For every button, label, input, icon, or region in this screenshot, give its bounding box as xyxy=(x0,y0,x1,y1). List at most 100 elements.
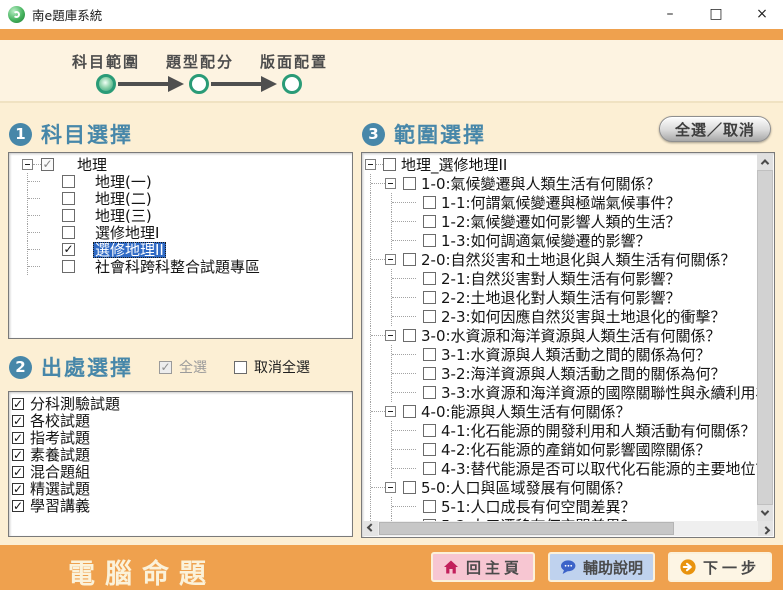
collapse-expander-icon[interactable] xyxy=(385,482,396,493)
tree-item-label[interactable]: 指考試題 xyxy=(28,430,92,446)
tree-item-label[interactable]: 地理(三) xyxy=(93,208,154,224)
vertical-scrollbar[interactable] xyxy=(757,154,773,521)
checkbox[interactable]: ✓ xyxy=(12,500,24,512)
tree-row[interactable]: 5-1:人口成長有何空間差異？ xyxy=(362,497,758,516)
list-item[interactable]: ✓素養試題 xyxy=(12,446,352,463)
tree-item-label[interactable]: 1-1:何謂氣候變遷與極端氣候事件？ xyxy=(439,195,683,211)
tree-row[interactable]: 2-3:如何因應自然災害與土地退化的衝擊？ xyxy=(362,307,758,326)
checkbox[interactable]: ✓ xyxy=(12,415,24,427)
collapse-expander-icon[interactable] xyxy=(385,254,396,265)
tree-item-label[interactable]: 1-3:如何調適氣候變遷的影響？ xyxy=(439,233,653,249)
horizontal-scrollbar[interactable] xyxy=(363,521,773,536)
checkbox[interactable] xyxy=(423,462,436,475)
tree-item-label[interactable]: 地理(二) xyxy=(93,191,154,207)
checkbox[interactable] xyxy=(403,481,416,494)
tree-row-group[interactable]: 3-0:水資源和海洋資源與人類生活有何關係？ xyxy=(362,326,758,345)
collapse-expander-icon[interactable] xyxy=(385,330,396,341)
tree-row-group[interactable]: 2-0:自然災害和土地退化與人類生活有何關係？ xyxy=(362,250,758,269)
tree-row-group[interactable]: 1-0:氣候變遷與人類生活有何關係？ xyxy=(362,174,758,193)
checkbox[interactable] xyxy=(423,386,436,399)
tree-row[interactable]: 1-2:氣候變遷如何影響人類的生活？ xyxy=(362,212,758,231)
checkbox[interactable]: ✓ xyxy=(12,432,24,444)
tree-item-label[interactable]: 精選試題 xyxy=(28,481,92,497)
tree-item-label[interactable]: 4-0:能源與人類生活有何關係？ xyxy=(419,404,633,420)
tree-item-label[interactable]: 選修地理I xyxy=(93,225,161,241)
checkbox[interactable] xyxy=(423,367,436,380)
tree-item-label[interactable]: 3-2:海洋資源與人類活動之間的關係為何？ xyxy=(439,366,728,382)
tree-item-label[interactable]: 3-1:水資源與人類活動之間的關係為何？ xyxy=(439,347,713,363)
tree-row[interactable]: 地理(一) xyxy=(9,173,352,190)
tree-row[interactable]: 社會科跨科整合試題專區 xyxy=(9,258,352,275)
tree-row[interactable]: 4-2:化石能源的產銷如何影響國際關係？ xyxy=(362,440,758,459)
tree-row[interactable]: 2-1:自然災害對人類生活有何影響？ xyxy=(362,269,758,288)
tree-item-label[interactable]: 2-2:土地退化對人類生活有何影響？ xyxy=(439,290,683,306)
collapse-expander-icon[interactable] xyxy=(385,178,396,189)
checkbox[interactable]: ✓ xyxy=(62,243,75,256)
select-all-checkbox[interactable]: ✓ xyxy=(159,361,172,374)
tree-item-label[interactable]: 2-1:自然災害對人類生活有何影響？ xyxy=(439,271,683,287)
checkbox[interactable] xyxy=(62,192,75,205)
checkbox[interactable] xyxy=(403,253,416,266)
collapse-expander-icon[interactable] xyxy=(365,159,376,170)
list-item[interactable]: ✓混合題組 xyxy=(12,463,352,480)
checkbox[interactable] xyxy=(62,209,75,222)
select-all-toggle-button[interactable]: 全選／取消 xyxy=(659,116,771,142)
tree-row[interactable]: 4-1:化石能源的開發利用和人類活動有何關係？ xyxy=(362,421,758,440)
tree-item-label[interactable]: 2-0:自然災害和土地退化與人類生活有何關係？ xyxy=(419,252,738,268)
tree-item-label[interactable]: 1-0:氣候變遷與人類生活有何關係？ xyxy=(419,176,663,192)
tree-item-label[interactable]: 混合題組 xyxy=(28,464,92,480)
tree-row-group[interactable]: 5-0:人口與區域發展有何關係？ xyxy=(362,478,758,497)
source-list[interactable]: ✓分科測驗試題✓各校試題✓指考試題✓素養試題✓混合題組✓精選試題✓學習講義 xyxy=(8,391,353,537)
tree-item-label[interactable]: 各校試題 xyxy=(28,413,92,429)
list-item[interactable]: ✓ 各校試題 xyxy=(12,412,352,429)
checkbox[interactable] xyxy=(423,348,436,361)
list-item[interactable]: ✓ 指考試題 xyxy=(12,429,352,446)
tree-item-label[interactable]: 社會科跨科整合試題專區 xyxy=(93,259,262,275)
tree-row-group[interactable]: 4-0:能源與人類生活有何關係？ xyxy=(362,402,758,421)
tree-row[interactable]: ✓ 選修地理II xyxy=(9,241,352,258)
tree-item-label[interactable]: 4-1:化石能源的開發利用和人類活動有何關係？ xyxy=(439,423,758,439)
tree-row[interactable]: 地理(三) xyxy=(9,207,352,224)
tree-item-label[interactable]: 3-3:水資源和海洋資源的國際關聯性與永續利用為何？ xyxy=(439,385,758,401)
checkbox[interactable]: ✓ xyxy=(41,158,54,171)
tree-item-label[interactable]: 5-0:人口與區域發展有何關係？ xyxy=(419,480,633,496)
scroll-down-icon[interactable] xyxy=(757,505,773,521)
scroll-right-icon[interactable] xyxy=(758,521,773,536)
collapse-expander-icon[interactable] xyxy=(385,406,396,417)
checkbox[interactable] xyxy=(403,177,416,190)
checkbox[interactable] xyxy=(423,215,436,228)
tree-row[interactable]: 1-3:如何調適氣候變遷的影響？ xyxy=(362,231,758,250)
tree-row[interactable]: 1-1:何謂氣候變遷與極端氣候事件？ xyxy=(362,193,758,212)
tree-item-label[interactable]: 1-2:氣候變遷如何影響人類的生活？ xyxy=(439,214,683,230)
tree-row[interactable]: 3-2:海洋資源與人類活動之間的關係為何？ xyxy=(362,364,758,383)
vertical-scroll-thumb[interactable] xyxy=(757,170,773,505)
checkbox[interactable] xyxy=(423,272,436,285)
checkbox[interactable] xyxy=(423,424,436,437)
tree-item-label[interactable]: 選修地理II xyxy=(93,242,166,258)
tree-row[interactable]: 3-3:水資源和海洋資源的國際關聯性與永續利用為何？ xyxy=(362,383,758,402)
checkbox[interactable]: ✓ xyxy=(12,398,24,410)
tree-row-root[interactable]: ✓ 地理 xyxy=(9,156,352,173)
tree-item-label[interactable]: 2-3:如何因應自然災害與土地退化的衝擊？ xyxy=(439,309,728,325)
tree-row[interactable]: 3-1:水資源與人類活動之間的關係為何？ xyxy=(362,345,758,364)
checkbox[interactable] xyxy=(403,329,416,342)
tree-item-label[interactable]: 素養試題 xyxy=(28,447,92,463)
tree-item-label[interactable]: 地理(一) xyxy=(93,174,154,190)
tree-item-label[interactable]: 5-1:人口成長有何空間差異？ xyxy=(439,499,638,515)
tree-item-label[interactable]: 學習講義 xyxy=(28,498,92,514)
minimize-button[interactable]: – xyxy=(657,0,683,29)
scroll-up-icon[interactable] xyxy=(757,154,773,170)
next-step-button[interactable]: 下一步 xyxy=(668,552,772,582)
checkbox[interactable] xyxy=(423,196,436,209)
checkbox[interactable] xyxy=(423,234,436,247)
horizontal-scroll-thumb[interactable] xyxy=(379,522,674,535)
tree-row-root[interactable]: 地理_選修地理II xyxy=(362,155,758,174)
close-button[interactable]: × xyxy=(749,0,775,29)
list-item[interactable]: ✓ 學習講義 xyxy=(12,497,352,514)
maximize-button[interactable]: □ xyxy=(703,0,729,29)
tree-item-label[interactable]: 地理 xyxy=(75,157,109,173)
help-button[interactable]: 輔助說明 xyxy=(548,552,655,582)
checkbox[interactable] xyxy=(423,310,436,323)
checkbox[interactable] xyxy=(423,291,436,304)
tree-item-label[interactable]: 4-3:替代能源是否可以取代化石能源的主要地位？ xyxy=(439,461,758,477)
